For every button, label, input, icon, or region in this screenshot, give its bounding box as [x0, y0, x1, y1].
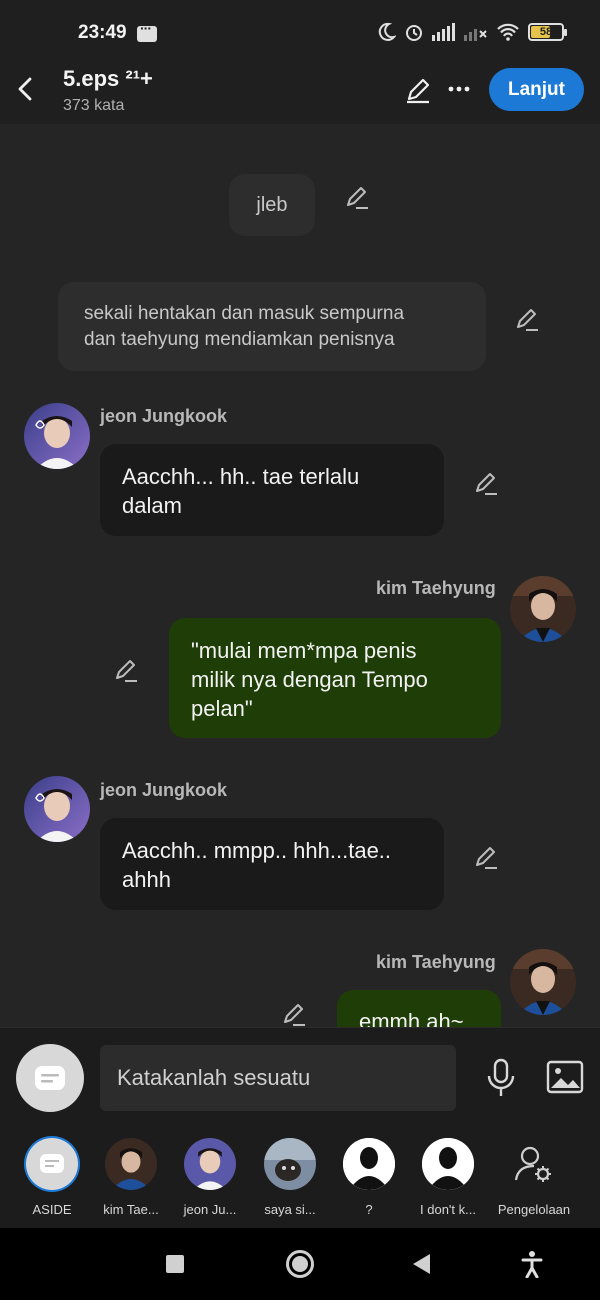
edit-pencil-icon[interactable]	[344, 184, 370, 210]
wifi-icon	[497, 23, 519, 41]
character-label: ?	[365, 1202, 373, 1217]
character-label: saya si...	[264, 1202, 316, 1217]
narration-line: dan taehyung mendiamkan penisnya	[84, 329, 395, 350]
character-saya[interactable]: saya si...	[252, 1138, 328, 1217]
speaker-name: kim Taehyung	[376, 952, 496, 972]
character-kim-taehyung[interactable]: kim Tae...	[93, 1138, 169, 1217]
character-management[interactable]: Pengelolaan	[494, 1138, 574, 1217]
message-line: "mulai mem*mpa penis	[191, 638, 417, 663]
header-bar: 5.eps ²¹+ 373 kata Lanjut	[0, 60, 600, 124]
recent-apps-icon[interactable]	[166, 1255, 184, 1273]
character-label: ASIDE	[32, 1202, 72, 1217]
home-icon[interactable]	[286, 1250, 314, 1278]
battery-icon: 58	[528, 23, 567, 41]
person-silhouette-icon	[422, 1138, 474, 1190]
status-bar: 23:49 58	[0, 0, 600, 60]
edit-pencil-icon[interactable]	[281, 1001, 307, 1027]
system-nav-bar	[0, 1228, 600, 1300]
signal-off-icon	[464, 29, 487, 41]
status-icons: 58	[376, 22, 567, 42]
narration-line: sekali hentakan dan masuk sempurna	[84, 303, 405, 324]
edit-pencil-icon[interactable]	[404, 76, 432, 104]
message-line: milik nya dengan Tempo	[191, 667, 428, 692]
message-line: Aacchh.. mmpp.. hhh...tae..	[122, 838, 392, 863]
message-line: emmh ah~	[359, 1009, 464, 1027]
back-arrow-icon[interactable]	[12, 74, 38, 104]
character-label: Pengelolaan	[497, 1202, 571, 1217]
word-count: 373 kata	[63, 97, 125, 114]
compose-bar	[0, 1027, 600, 1128]
narration-bubble[interactable]: sekali hentakan dan masuk sempurna dan t…	[58, 282, 486, 371]
battery-level: 58	[539, 26, 553, 38]
edit-pencil-icon[interactable]	[473, 844, 499, 870]
message-line: Aacchh... hh.. tae terlalu	[122, 464, 360, 489]
accessibility-icon[interactable]	[521, 1250, 543, 1278]
avatar-jeon-jungkook[interactable]	[24, 776, 90, 842]
message-input[interactable]	[100, 1045, 456, 1111]
status-time: 23:49	[78, 22, 127, 43]
edit-pencil-icon[interactable]	[514, 306, 540, 332]
avatar-jeon-jungkook[interactable]	[24, 403, 90, 469]
narration-text: jleb	[256, 194, 288, 216]
person-settings-icon	[514, 1146, 551, 1182]
avatar-kim-taehyung[interactable]	[510, 576, 576, 642]
message-bubble[interactable]: emmh ah~	[337, 990, 501, 1027]
character-selector: ASIDE kim Tae... jeon Ju... saya si... ?…	[0, 1128, 600, 1228]
image-icon[interactable]	[546, 1060, 584, 1094]
edit-pencil-icon[interactable]	[473, 470, 499, 496]
more-options-icon[interactable]	[447, 82, 471, 96]
narration-bubble[interactable]: jleb	[229, 174, 315, 236]
speaker-name: jeon Jungkook	[100, 780, 228, 800]
message-bubble[interactable]: Aacchh.. mmpp.. hhh...tae.. ahhh	[100, 818, 444, 910]
continue-button[interactable]: Lanjut	[489, 68, 584, 111]
character-jeon-jungkook[interactable]: jeon Ju...	[172, 1138, 248, 1217]
chat-bubble-icon	[35, 1066, 65, 1090]
speaker-name: kim Taehyung	[376, 578, 496, 598]
character-label: I don't k...	[420, 1202, 476, 1217]
character-label: jeon Ju...	[183, 1202, 237, 1217]
moon-icon	[378, 22, 396, 41]
chat-bubble-icon	[40, 1154, 64, 1173]
message-line: dalam	[122, 493, 182, 518]
message-line: pelan"	[191, 696, 253, 721]
avatar-kim-taehyung[interactable]	[510, 949, 576, 1015]
character-label: kim Tae...	[103, 1202, 159, 1217]
character-i-dont-know[interactable]: I don't k...	[410, 1138, 486, 1217]
chat-area[interactable]: jleb sekali hentakan dan masuk sempurna …	[0, 124, 600, 1027]
signal-icon	[432, 23, 455, 41]
aside-toggle-button[interactable]	[16, 1044, 84, 1112]
speaker-name: jeon Jungkook	[100, 406, 228, 426]
message-bubble[interactable]: "mulai mem*mpa penis milik nya dengan Te…	[169, 618, 501, 738]
person-silhouette-icon	[343, 1138, 395, 1190]
edit-pencil-icon[interactable]	[113, 657, 139, 683]
message-notification-icon	[137, 20, 157, 42]
message-line: ahhh	[122, 867, 171, 892]
character-unknown[interactable]: ?	[331, 1138, 407, 1217]
back-icon[interactable]	[413, 1254, 430, 1274]
message-bubble[interactable]: Aacchh... hh.. tae terlalu dalam	[100, 444, 444, 536]
microphone-icon[interactable]	[484, 1058, 518, 1098]
story-title: 5.eps ²¹+	[63, 66, 153, 91]
character-aside[interactable]: ASIDE	[14, 1138, 90, 1217]
alarm-icon	[406, 25, 422, 41]
